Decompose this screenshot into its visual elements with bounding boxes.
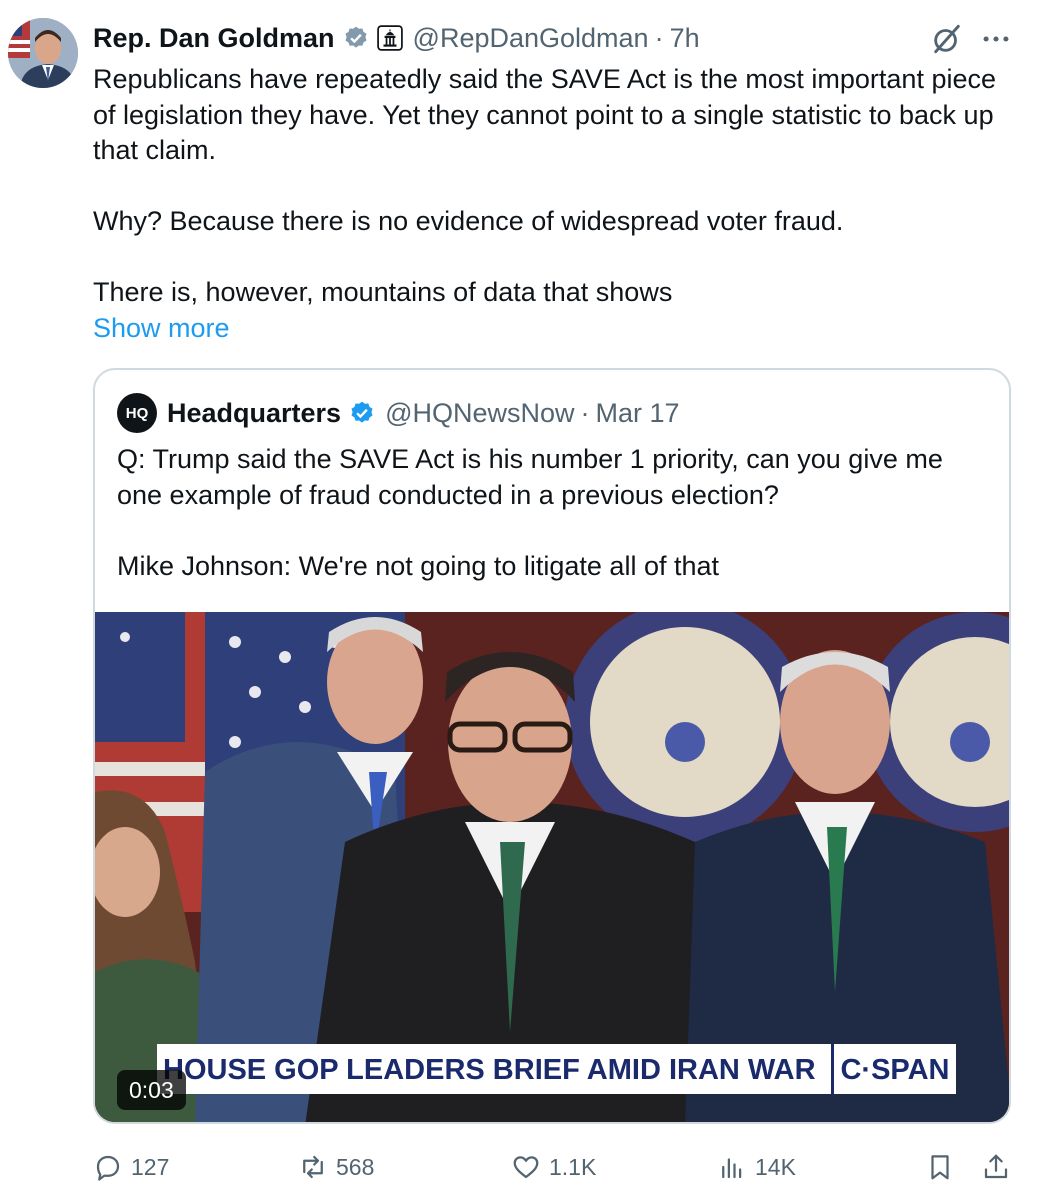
grok-icon[interactable] [930,22,964,56]
reply-count: 127 [131,1153,170,1180]
tweet-paragraph: Why? Because there is no evidence of wid… [93,206,844,236]
share-button[interactable] [981,1145,1019,1189]
share-icon [984,1154,1008,1179]
like-count: 1.1K [549,1153,597,1180]
separator-dot: · [654,22,664,53]
author-avatar[interactable] [8,18,78,88]
quote-author-handle[interactable]: @HQNewsNow [385,398,574,429]
heart-icon [513,1156,539,1179]
verified-badge-icon [351,401,373,423]
bookmark-button[interactable] [925,1145,963,1189]
bookmark-icon [931,1155,949,1180]
quoted-tweet[interactable]: HQ Headquarters @HQNewsNow · Mar 17 Q: T… [93,368,1011,1124]
reply-button[interactable]: 127 [93,1145,169,1189]
more-options-icon[interactable] [978,22,1014,56]
action-bar: 127 568 1.1K 14K [93,1145,1023,1189]
repost-count: 568 [336,1153,375,1180]
quote-author-name[interactable]: Headquarters [167,398,341,429]
quote-header: HQ Headquarters @HQNewsNow · Mar 17 [117,393,680,433]
analytics-icon [722,1158,742,1179]
government-badge-icon [376,25,403,51]
reply-icon [96,1155,120,1181]
repost-button[interactable]: 568 [298,1145,374,1189]
show-more-link[interactable]: Show more [93,311,230,346]
quote-time[interactable]: Mar 17 [596,398,680,429]
view-count: 14K [755,1153,796,1180]
tweet-time[interactable]: 7h [670,23,700,54]
tweet-text: Republicans have repeatedly said the SAV… [93,62,1023,311]
tweet-paragraph: Republicans have repeatedly said the SAV… [93,64,996,165]
views-button[interactable]: 14K [717,1145,796,1189]
quote-paragraph: Q: Trump said the SAVE Act is his number… [117,444,943,510]
network-logo: C·SPAN [831,1044,956,1094]
author-handle[interactable]: @RepDanGoldman [413,23,649,54]
separator-dot: · [580,397,590,428]
tweet-header: Rep. Dan Goldman @RepDanGoldman · 7h [93,18,700,58]
verified-badge-icon [345,26,367,48]
like-button[interactable]: 1.1K [511,1145,596,1189]
repost-icon [303,1155,323,1179]
video-chyron: HOUSE GOP LEADERS BRIEF AMID IRAN WAR [157,1044,835,1094]
video-player[interactable]: HOUSE GOP LEADERS BRIEF AMID IRAN WAR C·… [95,612,1009,1122]
author-name[interactable]: Rep. Dan Goldman [93,23,335,54]
tweet-paragraph: There is, however, mountains of data tha… [93,277,673,307]
quote-text: Q: Trump said the SAVE Act is his number… [117,442,987,584]
quote-paragraph: Mike Johnson: We're not going to litigat… [117,550,720,581]
quote-author-avatar[interactable]: HQ [117,393,157,433]
video-timestamp: 0:03 [117,1070,186,1110]
